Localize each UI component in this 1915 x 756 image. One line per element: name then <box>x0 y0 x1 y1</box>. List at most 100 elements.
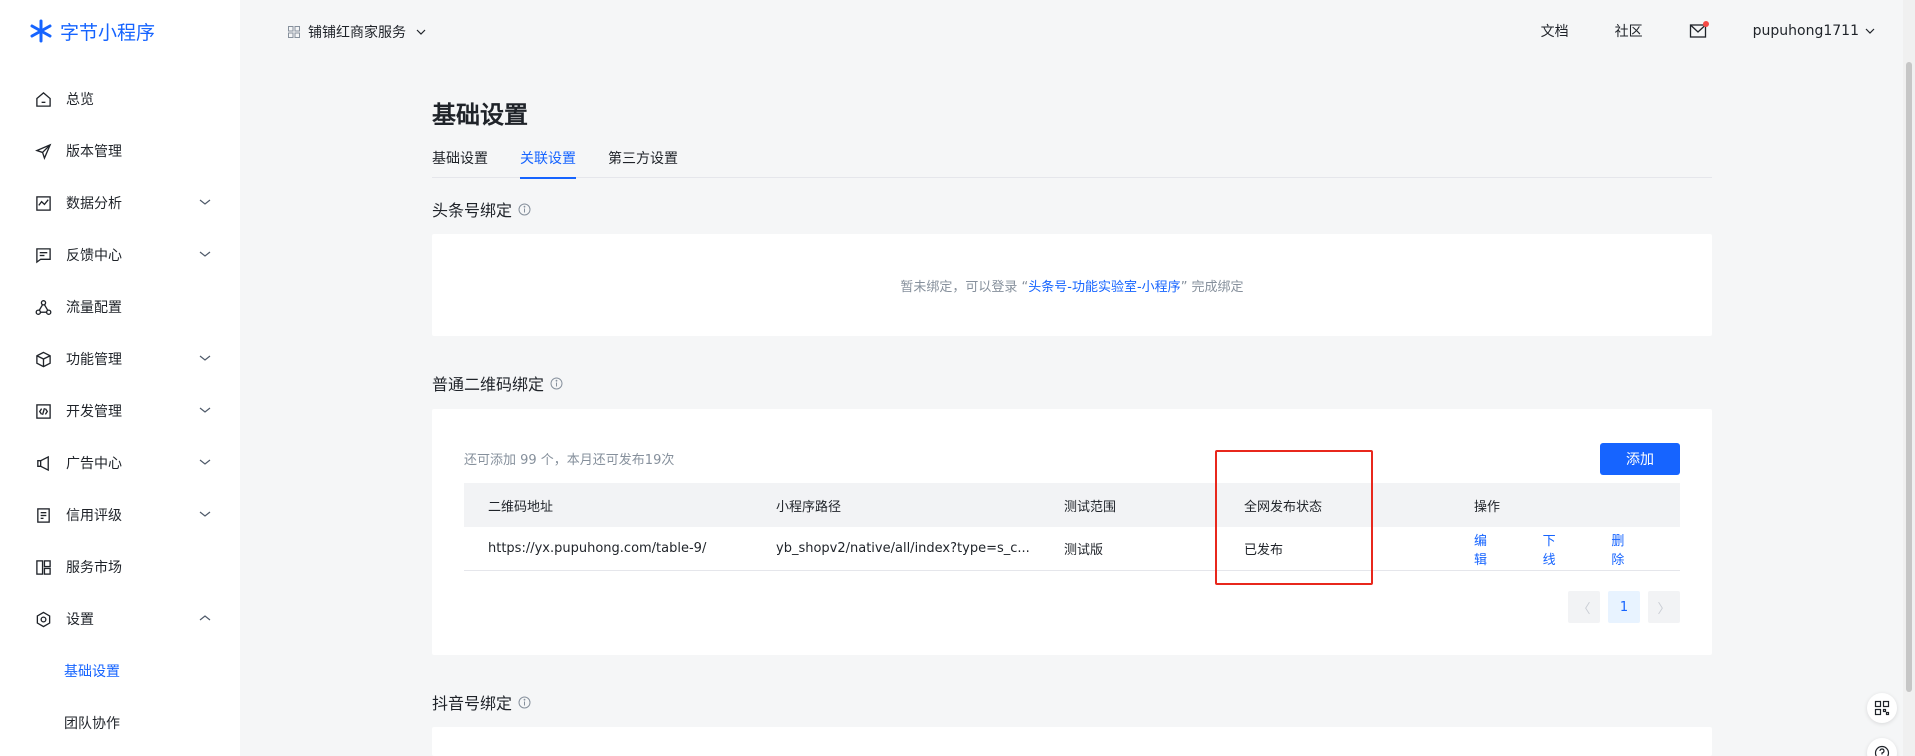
test-scope: 测试版 <box>1064 543 1104 558</box>
add-button[interactable]: 添加 <box>1600 443 1680 475</box>
sidebar-subitem-team[interactable]: 团队协作 <box>0 697 240 749</box>
chevron-down-icon <box>199 355 211 361</box>
sidebar: 字节小程序 总览 版本管理 数据分析 反馈中心 流量配置 功能管理 开发管理 广… <box>0 0 240 756</box>
merchant-selector[interactable]: 铺铺红商家服务 <box>288 22 428 42</box>
vertical-scrollbar[interactable] <box>1903 0 1915 756</box>
sidebar-nav: 总览 版本管理 数据分析 反馈中心 流量配置 功能管理 开发管理 广告中心 信用… <box>0 73 240 749</box>
edit-button[interactable]: 编辑 <box>1474 530 1489 568</box>
section-title-text: 头条号绑定 <box>432 201 513 220</box>
notification-dot <box>1702 21 1709 27</box>
sidebar-item-label: 服务市场 <box>66 560 122 576</box>
app-name: 字节小程序 <box>60 21 156 44</box>
miniprogram-path: yb_shopv2/native/all/index?type=s_c... <box>776 541 1030 556</box>
cube-icon <box>34 350 52 368</box>
section-title-text: 普通二维码绑定 <box>432 375 545 394</box>
qrcode-float-button[interactable] <box>1867 693 1897 723</box>
sidebar-item-label: 设置 <box>66 612 94 628</box>
qrcode-icon <box>1874 700 1890 716</box>
scrollbar-thumb[interactable] <box>1906 62 1912 692</box>
chevron-down-icon <box>1865 28 1875 34</box>
column-header: 操作 <box>1474 499 1501 515</box>
douyin-section-title: 抖音号绑定 <box>432 690 531 714</box>
sidebar-item-version[interactable]: 版本管理 <box>0 125 240 177</box>
message-text: 暂未绑定，可以登录 “ <box>900 280 1029 295</box>
column-header: 全网发布状态 <box>1244 499 1323 515</box>
toutiao-binding-card: 暂未绑定，可以登录 “头条号-功能实验室-小程序” 完成绑定 <box>432 234 1712 336</box>
sidebar-item-market[interactable]: 服务市场 <box>0 541 240 593</box>
sidebar-item-traffic[interactable]: 流量配置 <box>0 281 240 333</box>
settings-icon <box>34 610 52 628</box>
chevron-down-icon <box>199 511 211 517</box>
chevron-down-icon <box>416 29 426 35</box>
message-icon <box>34 246 52 264</box>
page-title: 基础设置 <box>432 101 528 129</box>
page-number-button[interactable]: 1 <box>1608 591 1640 623</box>
tab-basic[interactable]: 基础设置 <box>432 148 488 178</box>
chevron-down-icon <box>199 459 211 465</box>
top-header: 铺铺红商家服务 文档 社区 pupuhong1711 <box>240 0 1897 62</box>
column-header: 测试范围 <box>1064 499 1117 515</box>
sidebar-item-features[interactable]: 功能管理 <box>0 333 240 385</box>
prev-page-button[interactable]: 〈 <box>1568 591 1600 623</box>
settings-tabs: 基础设置 关联设置 第三方设置 <box>432 148 1712 179</box>
code-icon <box>34 402 52 420</box>
sidebar-item-label: 总览 <box>66 92 94 108</box>
qrcode-binding-card: 还可添加 99 个，本月还可发布19次 添加 二维码地址 小程序路径 测试范围 … <box>432 409 1712 655</box>
sidebar-item-overview[interactable]: 总览 <box>0 73 240 125</box>
qrcode-section-title: 普通二维码绑定 <box>432 371 563 395</box>
sidebar-item-development[interactable]: 开发管理 <box>0 385 240 437</box>
sidebar-item-credit[interactable]: 信用评级 <box>0 489 240 541</box>
tab-association[interactable]: 关联设置 <box>520 148 576 179</box>
chevron-down-icon <box>199 251 211 257</box>
community-link[interactable]: 社区 <box>1615 21 1643 41</box>
sidebar-item-label: 功能管理 <box>66 352 122 368</box>
pagination: 〈 1 〉 <box>1568 591 1680 623</box>
row-actions: 编辑 下线 删除 <box>1450 530 1680 568</box>
username: pupuhong1711 <box>1752 23 1859 39</box>
share-icon <box>34 298 52 316</box>
sidebar-item-settings[interactable]: 设置 <box>0 593 240 645</box>
layout-icon <box>34 558 52 576</box>
column-header: 二维码地址 <box>488 499 554 515</box>
section-title-text: 抖音号绑定 <box>432 694 513 713</box>
app-logo[interactable]: 字节小程序 <box>28 18 155 44</box>
chevron-down-icon <box>199 199 211 205</box>
next-page-button[interactable]: 〉 <box>1648 591 1680 623</box>
quota-text: 还可添加 99 个，本月还可发布19次 <box>464 453 675 468</box>
sidebar-item-label: 数据分析 <box>66 196 122 212</box>
megaphone-icon <box>34 454 52 472</box>
document-icon <box>34 506 52 524</box>
tab-third-party[interactable]: 第三方设置 <box>608 148 678 178</box>
table-row: https://yx.pupuhong.com/table-9/ yb_shop… <box>464 527 1680 571</box>
help-float-button[interactable] <box>1867 738 1897 756</box>
sidebar-item-feedback[interactable]: 反馈中心 <box>0 229 240 281</box>
help-icon <box>1874 745 1890 756</box>
sidebar-item-label: 反馈中心 <box>66 248 122 264</box>
grid-icon <box>288 26 300 38</box>
merchant-name: 铺铺红商家服务 <box>308 25 406 41</box>
table-header: 二维码地址 小程序路径 测试范围 全网发布状态 操作 <box>464 483 1680 527</box>
info-icon[interactable] <box>518 203 531 216</box>
user-menu[interactable]: pupuhong1711 <box>1753 23 1877 39</box>
chevron-down-icon <box>199 407 211 413</box>
mail-icon[interactable] <box>1689 21 1709 39</box>
logo-icon <box>30 19 52 43</box>
sidebar-subitem-basic-settings[interactable]: 基础设置 <box>0 645 240 697</box>
toutiao-lab-link[interactable]: 头条号-功能实验室-小程序 <box>1028 280 1180 295</box>
publish-status: 已发布 <box>1244 543 1284 558</box>
sidebar-item-ads[interactable]: 广告中心 <box>0 437 240 489</box>
delete-button[interactable]: 删除 <box>1611 530 1626 568</box>
douyin-binding-card <box>432 727 1712 756</box>
message-text: ” 完成绑定 <box>1180 280 1244 295</box>
sidebar-item-label: 版本管理 <box>66 144 122 160</box>
sidebar-item-label: 开发管理 <box>66 404 122 420</box>
chevron-up-icon <box>199 615 211 621</box>
info-icon[interactable] <box>518 696 531 709</box>
sidebar-item-analytics[interactable]: 数据分析 <box>0 177 240 229</box>
info-icon[interactable] <box>550 377 563 390</box>
home-icon <box>34 90 52 108</box>
docs-link[interactable]: 文档 <box>1541 21 1569 41</box>
sidebar-item-label: 信用评级 <box>66 508 122 524</box>
offline-button[interactable]: 下线 <box>1543 530 1558 568</box>
header-actions: 文档 社区 pupuhong1711 <box>1541 21 1897 41</box>
